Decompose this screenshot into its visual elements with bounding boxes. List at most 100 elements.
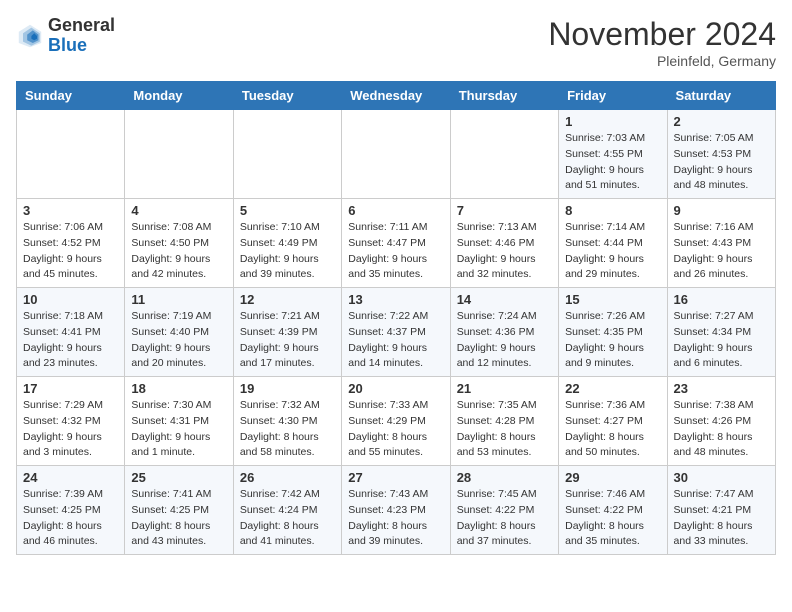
day-number: 10 <box>23 292 118 307</box>
logo: General Blue <box>16 16 115 56</box>
day-info: Sunrise: 7:45 AM Sunset: 4:22 PM Dayligh… <box>457 487 552 550</box>
month-title: November 2024 <box>548 16 776 53</box>
day-number: 30 <box>674 470 769 485</box>
header-tuesday: Tuesday <box>233 82 341 110</box>
day-number: 6 <box>348 203 443 218</box>
day-number: 4 <box>131 203 226 218</box>
title-section: November 2024 Pleinfeld, Germany <box>548 16 776 69</box>
calendar-cell: 19 Sunrise: 7:32 AM Sunset: 4:30 PM Dayli… <box>233 377 341 466</box>
day-info: Sunrise: 7:33 AM Sunset: 4:29 PM Dayligh… <box>348 398 443 461</box>
calendar-week-2: 10 Sunrise: 7:18 AM Sunset: 4:41 PM Dayli… <box>17 288 776 377</box>
calendar-cell: 2Sunrise: 7:05 AM Sunset: 4:53 PM Daylig… <box>667 110 775 199</box>
calendar-cell: 10 Sunrise: 7:18 AM Sunset: 4:41 PM Dayli… <box>17 288 125 377</box>
day-number: 9 <box>674 203 769 218</box>
header-row: Sunday Monday Tuesday Wednesday Thursday… <box>17 82 776 110</box>
calendar-cell: 8 Sunrise: 7:14 AM Sunset: 4:44 PM Daylig… <box>559 199 667 288</box>
page-header: General Blue November 2024 Pleinfeld, Ge… <box>16 16 776 69</box>
calendar-cell: 29 Sunrise: 7:46 AM Sunset: 4:22 PM Dayli… <box>559 466 667 555</box>
day-info: Sunrise: 7:26 AM Sunset: 4:35 PM Dayligh… <box>565 309 660 372</box>
calendar-header: Sunday Monday Tuesday Wednesday Thursday… <box>17 82 776 110</box>
day-number: 16 <box>674 292 769 307</box>
calendar-cell: 20 Sunrise: 7:33 AM Sunset: 4:29 PM Dayli… <box>342 377 450 466</box>
day-info: Sunrise: 7:46 AM Sunset: 4:22 PM Dayligh… <box>565 487 660 550</box>
calendar-cell: 25 Sunrise: 7:41 AM Sunset: 4:25 PM Dayli… <box>125 466 233 555</box>
day-number: 29 <box>565 470 660 485</box>
day-number: 2 <box>674 114 769 129</box>
day-info: Sunrise: 7:39 AM Sunset: 4:25 PM Dayligh… <box>23 487 118 550</box>
day-number: 15 <box>565 292 660 307</box>
calendar-cell: 15 Sunrise: 7:26 AM Sunset: 4:35 PM Dayli… <box>559 288 667 377</box>
calendar-cell: 21Sunrise: 7:35 AM Sunset: 4:28 PM Dayli… <box>450 377 558 466</box>
calendar-cell <box>17 110 125 199</box>
day-info: Sunrise: 7:43 AM Sunset: 4:23 PM Dayligh… <box>348 487 443 550</box>
calendar-cell: 16Sunrise: 7:27 AM Sunset: 4:34 PM Dayli… <box>667 288 775 377</box>
calendar-cell: 23 Sunrise: 7:38 AM Sunset: 4:26 PM Dayli… <box>667 377 775 466</box>
calendar-cell: 27 Sunrise: 7:43 AM Sunset: 4:23 PM Dayli… <box>342 466 450 555</box>
day-info: Sunrise: 7:06 AM Sunset: 4:52 PM Dayligh… <box>23 220 118 283</box>
calendar-cell <box>125 110 233 199</box>
day-number: 19 <box>240 381 335 396</box>
calendar-cell: 24Sunrise: 7:39 AM Sunset: 4:25 PM Dayli… <box>17 466 125 555</box>
calendar-week-0: 1 Sunrise: 7:03 AM Sunset: 4:55 PM Daylig… <box>17 110 776 199</box>
day-info: Sunrise: 7:35 AM Sunset: 4:28 PM Dayligh… <box>457 398 552 461</box>
day-number: 26 <box>240 470 335 485</box>
header-wednesday: Wednesday <box>342 82 450 110</box>
day-number: 12 <box>240 292 335 307</box>
day-number: 1 <box>565 114 660 129</box>
calendar-cell: 3 Sunrise: 7:06 AM Sunset: 4:52 PM Daylig… <box>17 199 125 288</box>
location: Pleinfeld, Germany <box>548 53 776 69</box>
day-info: Sunrise: 7:21 AM Sunset: 4:39 PM Dayligh… <box>240 309 335 372</box>
day-info: Sunrise: 7:19 AM Sunset: 4:40 PM Dayligh… <box>131 309 226 372</box>
day-number: 18 <box>131 381 226 396</box>
calendar-cell: 22 Sunrise: 7:36 AM Sunset: 4:27 PM Dayli… <box>559 377 667 466</box>
calendar-cell: 14Sunrise: 7:24 AM Sunset: 4:36 PM Dayli… <box>450 288 558 377</box>
day-number: 22 <box>565 381 660 396</box>
day-info: Sunrise: 7:13 AM Sunset: 4:46 PM Dayligh… <box>457 220 552 283</box>
calendar-cell: 4Sunrise: 7:08 AM Sunset: 4:50 PM Daylig… <box>125 199 233 288</box>
day-number: 13 <box>348 292 443 307</box>
day-number: 28 <box>457 470 552 485</box>
day-number: 20 <box>348 381 443 396</box>
calendar-cell <box>450 110 558 199</box>
logo-icon <box>16 22 44 50</box>
day-info: Sunrise: 7:14 AM Sunset: 4:44 PM Dayligh… <box>565 220 660 283</box>
day-number: 25 <box>131 470 226 485</box>
day-number: 23 <box>674 381 769 396</box>
day-info: Sunrise: 7:42 AM Sunset: 4:24 PM Dayligh… <box>240 487 335 550</box>
calendar-body: 1 Sunrise: 7:03 AM Sunset: 4:55 PM Daylig… <box>17 110 776 555</box>
day-number: 7 <box>457 203 552 218</box>
day-info: Sunrise: 7:22 AM Sunset: 4:37 PM Dayligh… <box>348 309 443 372</box>
calendar-cell: 13 Sunrise: 7:22 AM Sunset: 4:37 PM Dayli… <box>342 288 450 377</box>
calendar-cell: 12 Sunrise: 7:21 AM Sunset: 4:39 PM Dayli… <box>233 288 341 377</box>
day-info: Sunrise: 7:32 AM Sunset: 4:30 PM Dayligh… <box>240 398 335 461</box>
day-number: 27 <box>348 470 443 485</box>
calendar-week-3: 17 Sunrise: 7:29 AM Sunset: 4:32 PM Dayli… <box>17 377 776 466</box>
day-info: Sunrise: 7:18 AM Sunset: 4:41 PM Dayligh… <box>23 309 118 372</box>
calendar-cell: 26 Sunrise: 7:42 AM Sunset: 4:24 PM Dayli… <box>233 466 341 555</box>
day-number: 3 <box>23 203 118 218</box>
day-info: Sunrise: 7:30 AM Sunset: 4:31 PM Dayligh… <box>131 398 226 461</box>
day-info: Sunrise: 7:29 AM Sunset: 4:32 PM Dayligh… <box>23 398 118 461</box>
calendar-cell: 1 Sunrise: 7:03 AM Sunset: 4:55 PM Daylig… <box>559 110 667 199</box>
day-number: 8 <box>565 203 660 218</box>
day-info: Sunrise: 7:38 AM Sunset: 4:26 PM Dayligh… <box>674 398 769 461</box>
day-number: 17 <box>23 381 118 396</box>
calendar-cell: 11Sunrise: 7:19 AM Sunset: 4:40 PM Dayli… <box>125 288 233 377</box>
day-info: Sunrise: 7:36 AM Sunset: 4:27 PM Dayligh… <box>565 398 660 461</box>
header-friday: Friday <box>559 82 667 110</box>
logo-text: General Blue <box>48 16 115 56</box>
calendar-cell: 30 Sunrise: 7:47 AM Sunset: 4:21 PM Dayli… <box>667 466 775 555</box>
calendar-cell: 9Sunrise: 7:16 AM Sunset: 4:43 PM Daylig… <box>667 199 775 288</box>
calendar-cell: 5Sunrise: 7:10 AM Sunset: 4:49 PM Daylig… <box>233 199 341 288</box>
day-info: Sunrise: 7:10 AM Sunset: 4:49 PM Dayligh… <box>240 220 335 283</box>
calendar-cell: 7 Sunrise: 7:13 AM Sunset: 4:46 PM Daylig… <box>450 199 558 288</box>
calendar-cell: 6Sunrise: 7:11 AM Sunset: 4:47 PM Daylig… <box>342 199 450 288</box>
calendar-table: Sunday Monday Tuesday Wednesday Thursday… <box>16 81 776 555</box>
day-info: Sunrise: 7:41 AM Sunset: 4:25 PM Dayligh… <box>131 487 226 550</box>
day-info: Sunrise: 7:47 AM Sunset: 4:21 PM Dayligh… <box>674 487 769 550</box>
calendar-week-1: 3 Sunrise: 7:06 AM Sunset: 4:52 PM Daylig… <box>17 199 776 288</box>
calendar-cell <box>342 110 450 199</box>
calendar-cell: 28 Sunrise: 7:45 AM Sunset: 4:22 PM Dayli… <box>450 466 558 555</box>
day-info: Sunrise: 7:03 AM Sunset: 4:55 PM Dayligh… <box>565 131 660 194</box>
calendar-cell <box>233 110 341 199</box>
